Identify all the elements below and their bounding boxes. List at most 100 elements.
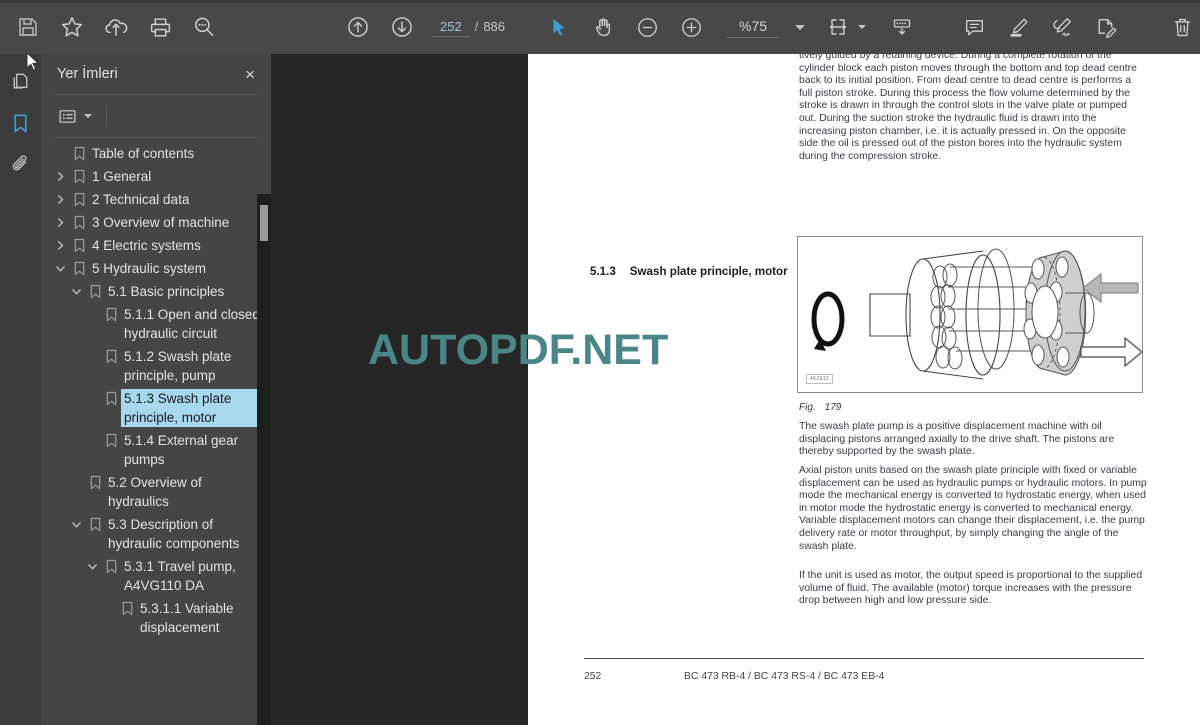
hand-tool-icon[interactable] — [581, 5, 625, 49]
bookmark-icon — [85, 282, 105, 299]
page-number-input[interactable]: 252 — [432, 18, 470, 37]
bookmark-item[interactable]: 5.1.4 External gear pumps — [41, 429, 271, 471]
pdf-page: tively guided by a retaining device. Dur… — [528, 54, 1200, 725]
bookmark-item[interactable]: 5.2 Overview of hydraulics — [41, 471, 271, 513]
print-icon[interactable] — [138, 5, 182, 49]
mouse-cursor — [26, 51, 41, 79]
figure-id-label: 462912 — [806, 374, 834, 384]
save-icon[interactable] — [6, 5, 50, 49]
zoom-out-icon[interactable] — [625, 5, 669, 49]
close-icon[interactable]: × — [241, 64, 259, 85]
bookmark-item[interactable]: 3 Overview of machine — [41, 211, 271, 234]
bookmark-icon — [85, 515, 105, 532]
chevron-down-icon[interactable] — [83, 557, 101, 572]
chevron-down-icon[interactable] — [67, 515, 85, 530]
bookmark-item[interactable]: 5.1.2 Swash plate principle, pump — [41, 345, 271, 387]
select-tool-icon[interactable] — [537, 5, 581, 49]
chevron-down-icon[interactable] — [67, 282, 85, 297]
highlighter-icon[interactable] — [996, 5, 1040, 49]
bookmark-item[interactable]: 5 Hydraulic system — [41, 257, 271, 280]
bookmark-icon — [101, 389, 121, 406]
bookmark-item[interactable]: 4 Electric systems — [41, 234, 271, 257]
paragraph-3: Axial piston units based on the swash pl… — [799, 465, 1147, 552]
paragraph-2: The swash plate pump is a positive displ… — [799, 421, 1115, 458]
bookmark-icon — [85, 473, 105, 490]
chevron-down-icon[interactable] — [51, 259, 69, 274]
bookmark-item[interactable]: 5.3.1.1 Variable displacement — [41, 597, 271, 639]
chevron-right-icon[interactable] — [51, 213, 69, 228]
pdf-viewer[interactable]: tively guided by a retaining device. Dur… — [271, 54, 1200, 725]
bookmark-item[interactable]: 5.1.1 Open and closed hydraulic circuit — [41, 303, 271, 345]
bookmark-item-label: 2 Technical data — [92, 192, 190, 207]
trash-icon[interactable] — [1160, 5, 1200, 49]
fit-options-chevron-icon[interactable] — [858, 25, 867, 29]
bookmark-item-label: Table of contents — [92, 146, 195, 161]
comment-icon[interactable] — [952, 5, 996, 49]
figure-caption-label: Fig. — [799, 402, 816, 413]
attachments-icon[interactable] — [0, 144, 41, 185]
toolbar-annotate-group — [952, 0, 1200, 54]
section-heading: 5.1.3 Swash plate principle, motor — [590, 265, 788, 278]
bookmark-item-label: 5.1 Basic principles — [108, 284, 225, 299]
zoom-control: %75 — [727, 16, 806, 38]
bookmark-item[interactable]: 5.1.3 Swash plate principle, motor — [41, 387, 271, 429]
footer-divider — [584, 658, 1144, 659]
bookmark-item[interactable]: Table of contents — [41, 142, 271, 165]
bookmark-item[interactable]: 5.3.1 Travel pump, A4VG110 DA — [41, 555, 271, 597]
search-icon[interactable] — [182, 5, 226, 49]
keyboard-icon[interactable] — [880, 5, 924, 49]
bookmark-icon — [101, 305, 121, 322]
page-separator: / — [474, 18, 479, 34]
cloud-upload-icon[interactable] — [94, 5, 138, 49]
paragraph-4: If the unit is used as motor, the output… — [799, 570, 1143, 607]
bookmark-options-button[interactable] — [57, 106, 92, 127]
chevron-right-icon[interactable] — [51, 236, 69, 251]
bookmarks-icon[interactable] — [0, 103, 41, 144]
bookmark-item-label: 5.2 Overview of hydraulics — [108, 475, 202, 509]
bookmarks-toolbar-divider — [106, 105, 107, 127]
bookmark-icon — [69, 259, 89, 276]
bookmark-item-label: 5.1.3 Swash plate principle, motor — [120, 388, 264, 428]
chevron-right-icon[interactable] — [51, 167, 69, 182]
next-page-button[interactable] — [380, 5, 424, 49]
page-total: 886 — [483, 18, 506, 34]
bookmarks-scrollbar[interactable] — [257, 194, 271, 725]
bookmark-item[interactable]: 2 Technical data — [41, 188, 271, 211]
bookmark-item-label: 5.1.1 Open and closed hydraulic circuit — [124, 307, 260, 341]
chevron-right-icon[interactable] — [51, 190, 69, 205]
bookmarks-panel: Yer İmleri × Table of contents 1 General 2… — [41, 54, 271, 725]
page-footer: 252 BC 473 RB-4 / BC 473 RS-4 / BC 473 E… — [584, 671, 1144, 682]
paragraph-top: tively guided by a retaining device. Dur… — [799, 54, 1137, 162]
zoom-in-icon[interactable] — [669, 5, 713, 49]
toolbar-nav-group: 252 / 886 — [336, 0, 513, 54]
stamp-icon[interactable] — [1084, 5, 1128, 49]
zoom-level-input[interactable]: %75 — [727, 16, 780, 38]
bookmark-item-label: 5.1.2 Swash plate principle, pump — [124, 349, 232, 383]
heading-number: 5.1.3 — [590, 265, 616, 278]
sidebar-rail — [0, 54, 41, 725]
bookmark-item[interactable]: 1 General — [41, 165, 271, 188]
toolbar-top-divider — [0, 0, 1200, 3]
bookmarks-scrollbar-thumb[interactable] — [260, 205, 268, 241]
bookmark-item-label: 3 Overview of machine — [92, 215, 230, 230]
bookmark-item[interactable]: 5.3 Description of hydraulic components — [41, 513, 271, 555]
bookmarks-tree[interactable]: Table of contents 1 General 2 Technical da… — [41, 138, 271, 725]
signature-pen-icon[interactable] — [1040, 5, 1084, 49]
previous-page-button[interactable] — [336, 5, 380, 49]
bookmark-item[interactable]: 5.1 Basic principles — [41, 280, 271, 303]
toolbar-left-group — [6, 0, 226, 54]
bookmark-icon — [101, 347, 121, 364]
bookmark-icon — [69, 213, 89, 230]
toolbar-tools-group — [537, 0, 713, 54]
fit-page-width-icon[interactable] — [821, 5, 855, 49]
favorite-star-icon[interactable] — [50, 5, 94, 49]
bookmark-item-label: 5.3 Description of hydraulic components — [108, 517, 240, 551]
heading-text: Swash plate principle, motor — [629, 265, 788, 278]
chevron-down-icon[interactable] — [84, 114, 92, 118]
footer-page-number: 252 — [584, 671, 602, 682]
chevron-down-icon[interactable] — [795, 24, 806, 30]
